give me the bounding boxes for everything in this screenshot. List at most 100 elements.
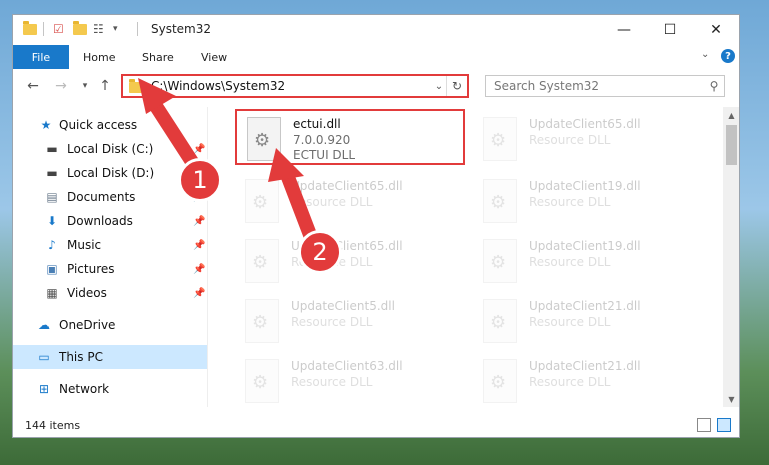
file-item[interactable]: ⚙ UpdateClient5.dll Resource DLL bbox=[235, 293, 465, 349]
maximize-button[interactable]: ☐ bbox=[647, 15, 693, 45]
sidebar-item-network[interactable]: ⊞ Network bbox=[13, 377, 207, 401]
sidebar-item-documents[interactable]: ▤ Documents 📌 bbox=[13, 185, 207, 209]
dll-file-icon: ⚙ bbox=[245, 239, 279, 283]
up-button[interactable]: ↑ bbox=[95, 76, 115, 96]
sidebar-item-label: Documents bbox=[67, 190, 136, 204]
sidebar-item-label: This PC bbox=[59, 350, 103, 364]
title-bar: ☑ ☷ ▾ System32 — ☐ ✕ bbox=[13, 15, 739, 45]
vertical-scrollbar[interactable]: ▲ ▼ bbox=[723, 107, 739, 407]
scroll-up-icon[interactable]: ▲ bbox=[723, 107, 739, 123]
file-item[interactable]: ⚙ UpdateClient21.dll Resource DLL bbox=[473, 353, 703, 407]
tiles-view-icon[interactable] bbox=[717, 418, 731, 432]
downloads-icon: ⬇ bbox=[46, 214, 58, 228]
recent-locations-button[interactable]: ▾ bbox=[75, 76, 95, 96]
pin-icon: 📌 bbox=[193, 239, 206, 251]
gear-icon: ⚙ bbox=[490, 252, 507, 273]
dll-file-icon: ⚙ bbox=[483, 299, 517, 343]
file-description: Resource DLL bbox=[529, 255, 611, 269]
dll-file-icon: ⚙ bbox=[483, 239, 517, 283]
sidebar-item-this-pc[interactable]: ▭ This PC bbox=[13, 345, 207, 369]
sidebar-item-label: Music bbox=[67, 238, 102, 252]
sidebar-item-label: Local Disk (D:) bbox=[67, 166, 155, 180]
pictures-icon: ▣ bbox=[46, 262, 58, 276]
file-item[interactable]: ⚙ UpdateClient65.dll Resource DLL bbox=[473, 111, 703, 167]
details-view-icon[interactable] bbox=[697, 418, 711, 432]
file-name: UpdateClient63.dll bbox=[291, 359, 403, 373]
sidebar-item-pictures[interactable]: ▣ Pictures 📌 bbox=[13, 257, 207, 281]
separator bbox=[137, 21, 138, 37]
documents-icon: ▤ bbox=[46, 190, 58, 204]
gear-icon: ⚙ bbox=[252, 252, 269, 273]
address-bar[interactable]: C:\Windows\System32 ⌄ ↻ bbox=[121, 74, 469, 98]
file-name: UpdateClient21.dll bbox=[529, 359, 641, 373]
help-button[interactable]: ? bbox=[721, 49, 735, 63]
scroll-thumb[interactable] bbox=[726, 125, 737, 165]
tab-share[interactable]: Share bbox=[142, 45, 174, 69]
search-box[interactable]: Search System32 ⚲ bbox=[485, 75, 725, 97]
gear-icon: ⚙ bbox=[252, 312, 269, 333]
drive-icon: ▬ bbox=[46, 142, 58, 156]
file-item[interactable]: ⚙ UpdateClient65.dll Resource DLL bbox=[235, 233, 465, 289]
dll-file-icon: ⚙ bbox=[483, 359, 517, 403]
scroll-down-icon[interactable]: ▼ bbox=[723, 391, 739, 407]
quick-access-dropdown-icon[interactable]: ▾ bbox=[113, 21, 118, 37]
pin-icon: 📌 bbox=[193, 263, 206, 275]
close-button[interactable]: ✕ bbox=[693, 15, 739, 45]
address-path[interactable]: C:\Windows\System32 bbox=[151, 79, 432, 93]
pin-icon: 📌 bbox=[193, 143, 206, 155]
sidebar-item-label: Local Disk (C:) bbox=[67, 142, 154, 156]
file-item[interactable]: ⚙ UpdateClient19.dll Resource DLL bbox=[473, 233, 703, 289]
refresh-icon[interactable]: ↻ bbox=[446, 76, 467, 96]
sidebar-item-onedrive[interactable]: ☁ OneDrive bbox=[13, 313, 207, 337]
gear-icon: ⚙ bbox=[252, 192, 269, 213]
file-description: Resource DLL bbox=[529, 195, 611, 209]
file-item[interactable]: ⚙ UpdateClient19.dll Resource DLL bbox=[473, 173, 703, 229]
gear-icon: ⚙ bbox=[254, 130, 271, 151]
minimize-button[interactable]: — bbox=[601, 15, 647, 45]
forward-button[interactable]: → bbox=[51, 76, 71, 96]
back-button[interactable]: ← bbox=[23, 76, 43, 96]
videos-icon: ▦ bbox=[46, 286, 58, 300]
address-dropdown-icon[interactable]: ⌄ bbox=[432, 81, 446, 92]
file-description: Resource DLL bbox=[291, 315, 373, 329]
tab-home[interactable]: Home bbox=[83, 45, 115, 69]
dll-file-icon: ⚙ bbox=[247, 117, 281, 161]
search-icon: ⚲ bbox=[709, 79, 719, 93]
file-item-ectui[interactable]: ⚙ ectui.dll 7.0.0.920 ECTUI DLL bbox=[235, 109, 465, 165]
search-input[interactable]: Search System32 bbox=[494, 79, 704, 93]
file-name: UpdateClient19.dll bbox=[529, 239, 641, 253]
ribbon-tabs: File Home Share View ⌄ ? bbox=[13, 45, 739, 69]
file-explorer-window: ☑ ☷ ▾ System32 — ☐ ✕ File Home Share Vie… bbox=[12, 14, 740, 438]
file-item[interactable]: ⚙ UpdateClient65.dll Resource DLL bbox=[235, 173, 465, 229]
chevron-down-icon[interactable]: ⌄ bbox=[701, 49, 709, 60]
sidebar-item-label: OneDrive bbox=[59, 318, 116, 332]
sidebar-item-videos[interactable]: ▦ Videos 📌 bbox=[13, 281, 207, 305]
file-description: ECTUI DLL bbox=[293, 148, 356, 162]
file-name: UpdateClient65.dll bbox=[291, 179, 403, 193]
tab-view[interactable]: View bbox=[201, 45, 227, 69]
network-icon: ⊞ bbox=[38, 382, 50, 396]
gear-icon: ⚙ bbox=[252, 372, 269, 393]
file-version: 7.0.0.920 bbox=[293, 133, 351, 147]
sidebar-item-downloads[interactable]: ⬇ Downloads 📌 bbox=[13, 209, 207, 233]
pin-icon: 📌 bbox=[193, 287, 206, 299]
file-name: UpdateClient5.dll bbox=[291, 299, 395, 313]
sidebar-item-local-disk-c[interactable]: ▬ Local Disk (C:) 📌 bbox=[13, 137, 207, 161]
dll-file-icon: ⚙ bbox=[483, 117, 517, 161]
navigation-pane: ★ Quick access ▬ Local Disk (C:) 📌 ▬ Loc… bbox=[13, 107, 207, 407]
file-item[interactable]: ⚙ UpdateClient63.dll Resource DLL bbox=[235, 353, 465, 407]
new-folder-icon[interactable] bbox=[73, 20, 87, 37]
step-1-badge: 1 bbox=[178, 158, 222, 202]
pane-divider[interactable] bbox=[207, 107, 208, 407]
file-item[interactable]: ⚙ UpdateClient21.dll Resource DLL bbox=[473, 293, 703, 349]
dll-file-icon: ⚙ bbox=[483, 179, 517, 223]
customize-toolbar-icon[interactable]: ☷ bbox=[93, 21, 104, 37]
file-description: Resource DLL bbox=[529, 375, 611, 389]
sidebar-item-music[interactable]: ♪ Music 📌 bbox=[13, 233, 207, 257]
file-description: Resource DLL bbox=[529, 133, 611, 147]
file-name: UpdateClient21.dll bbox=[529, 299, 641, 313]
dll-file-icon: ⚙ bbox=[245, 179, 279, 223]
sidebar-item-quick-access[interactable]: ★ Quick access bbox=[13, 113, 207, 137]
properties-icon[interactable]: ☑ bbox=[53, 21, 64, 37]
tab-file[interactable]: File bbox=[13, 45, 69, 69]
